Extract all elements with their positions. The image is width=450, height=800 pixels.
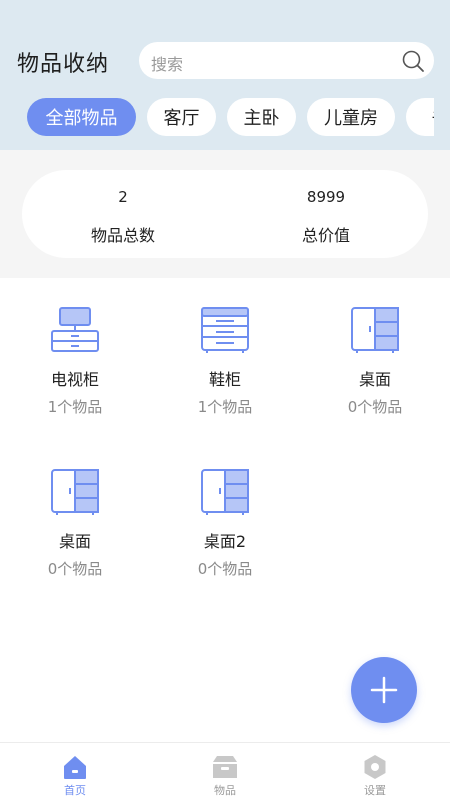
nav-label: 首页 [64,784,86,797]
total-value-label: 总价值 [301,226,350,245]
tab-study[interactable]: 书 [406,98,434,136]
total-items-value: 2 [118,188,128,206]
furniture-name: 鞋柜 [208,370,241,389]
search-input[interactable]: 搜索 [151,51,183,75]
search-icon[interactable] [401,49,425,73]
furniture-name: 桌面2 [203,532,247,551]
tab-all-items[interactable]: 全部物品 [27,98,136,136]
furniture-count: 0个物品 [347,398,403,416]
furniture-name: 电视柜 [50,370,99,389]
page-title: 物品收纳 [17,52,110,77]
furniture-card-desk[interactable]: 桌面 0个物品 [300,306,450,436]
tab-kids-room[interactable]: 儿童房 [307,98,395,136]
box-icon [213,756,237,778]
total-value-value: 8999 [306,188,346,206]
total-items-label: 物品总数 [90,226,155,245]
furniture-card-desk-2[interactable]: 桌面2 0个物品 [150,468,300,598]
furniture-card-tv-cabinet[interactable]: 电视柜 1个物品 [0,306,150,436]
furniture-name: 桌面 [358,370,391,389]
header: 物品收纳 搜索 全部物品 客厅 主卧 儿童房 书 [0,0,450,150]
nav-label: 设置 [364,784,386,797]
nav-label: 物品 [214,784,236,797]
settings-icon [364,755,386,779]
tab-living-room[interactable]: 客厅 [147,98,216,136]
furniture-count: 1个物品 [197,398,253,416]
furniture-count: 0个物品 [197,560,253,578]
stats-card: 2 物品总数 8999 总价值 [22,170,428,258]
plus-icon [370,676,398,704]
nav-home[interactable]: 首页 [0,743,150,800]
add-button[interactable] [351,657,417,723]
bottom-nav: 首页 物品 设置 [0,742,450,800]
nav-settings[interactable]: 设置 [300,743,450,800]
wardrobe-icon [201,469,249,515]
nav-items[interactable]: 物品 [150,743,300,800]
tv-cabinet-icon [51,307,99,352]
furniture-card-shoe-cabinet[interactable]: 鞋柜 1个物品 [150,306,300,436]
category-tabs: 全部物品 客厅 主卧 儿童房 书 [0,98,434,136]
furniture-card-desk[interactable]: 桌面 0个物品 [0,468,150,598]
shoe-cabinet-icon [201,307,249,353]
search-bar[interactable]: 搜索 [139,42,434,79]
furniture-count: 1个物品 [47,398,103,416]
wardrobe-icon [51,469,99,515]
home-icon [64,756,86,779]
furniture-name: 桌面 [58,532,91,551]
wardrobe-icon [351,307,399,353]
tab-master-bedroom[interactable]: 主卧 [227,98,296,136]
furniture-count: 0个物品 [47,560,103,578]
